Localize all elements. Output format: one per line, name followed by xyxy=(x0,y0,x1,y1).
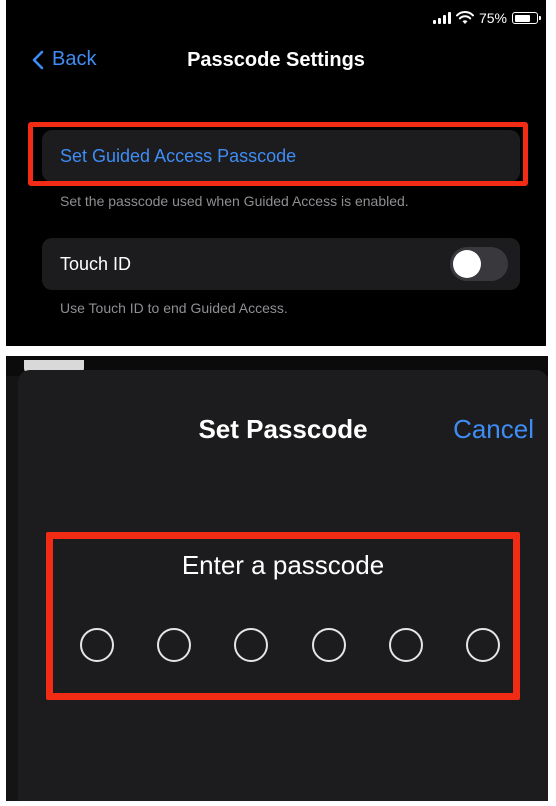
set-passcode-sheet: Set Passcode Cancel Enter a passcode xyxy=(18,370,548,801)
page-title: Passcode Settings xyxy=(187,49,365,71)
passcode-dots xyxy=(80,628,500,662)
passcode-settings-screen: 75% Back Passcode Settings Set Guided Ac… xyxy=(6,0,546,346)
passcode-prompt: Enter a passcode xyxy=(181,550,385,580)
passcode-dot xyxy=(157,628,192,662)
touch-id-footer: Use Touch ID to end Guided Access. xyxy=(60,300,288,316)
set-guided-access-passcode-row[interactable]: Set Guided Access Passcode xyxy=(42,130,520,182)
cancel-button[interactable]: Cancel xyxy=(453,414,534,445)
set-passcode-footer: Set the passcode used when Guided Access… xyxy=(60,193,409,209)
touch-id-toggle[interactable] xyxy=(450,247,508,281)
battery-percent: 75% xyxy=(478,10,507,26)
wifi-icon xyxy=(455,11,474,24)
passcode-dot xyxy=(80,628,114,662)
touch-id-row: Touch ID xyxy=(42,238,520,290)
signal-icon xyxy=(432,12,451,24)
battery-icon xyxy=(512,12,541,24)
toggle-knob xyxy=(453,250,481,278)
passcode-dot xyxy=(234,628,269,662)
status-bar: 75% xyxy=(432,9,541,27)
passcode-dot xyxy=(311,628,346,662)
nav-bar: Back Passcode Settings xyxy=(6,40,546,80)
passcode-dot xyxy=(388,628,423,662)
set-passcode-screen: Set Passcode Cancel Enter a passcode xyxy=(6,356,548,801)
set-passcode-label: Set Guided Access Passcode xyxy=(60,146,297,166)
touch-id-label: Touch ID xyxy=(60,254,132,274)
passcode-dot xyxy=(465,628,500,662)
